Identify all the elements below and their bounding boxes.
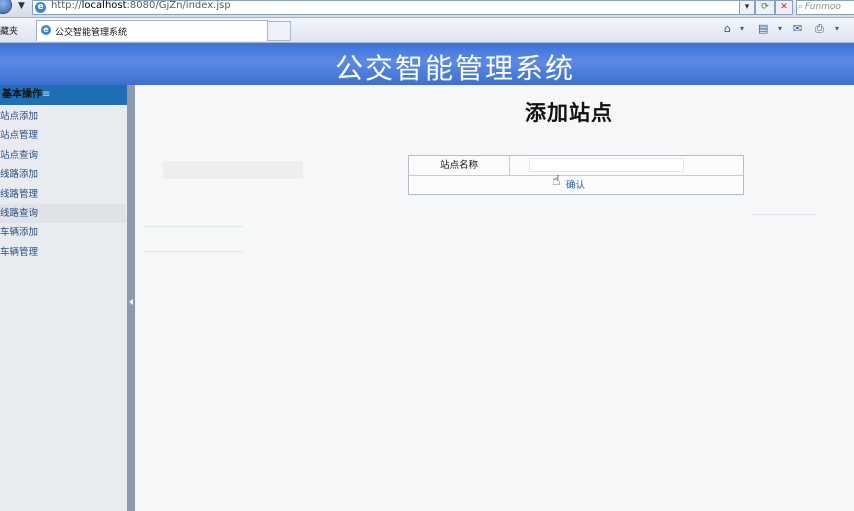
print-icon[interactable]: ⎙ — [815, 22, 824, 36]
url-input[interactable]: e http://localhost:8080/GjZn/index.jsp — [32, 0, 754, 15]
menu-toggle-icon[interactable]: ≡ — [42, 89, 50, 100]
stop-icon[interactable]: ✕ — [775, 0, 793, 15]
home-icon[interactable]: ⌂ — [724, 22, 731, 35]
address-bar: ▼ e http://localhost:8080/GjZn/index.jsp… — [0, 0, 854, 18]
tab-active[interactable]: e 公交智能管理系统 — [36, 20, 268, 41]
station-name-label: 站点名称 — [409, 156, 510, 175]
form-row: 站点名称 — [409, 156, 743, 176]
url-text: http://localhost:8080/GjZn/index.jsp — [51, 0, 231, 11]
mail-icon[interactable]: ✉ — [793, 22, 802, 35]
add-station-form: 站点名称 ☝ 确认 — [408, 155, 744, 195]
collapse-arrow-icon[interactable] — [129, 299, 133, 305]
sidebar-menu: 站点添加 站点管理 站点查询 线路添加 线路管理 线路查询 车辆添加 车辆管理 — [0, 107, 126, 262]
sidebar-item-vehicle-manage[interactable]: 车辆管理 — [0, 243, 126, 262]
tab-bar: 藏夹 e 公交智能管理系统 ⌂ ▾ ▤ ▾ ✉ ⎙ ▾ — [0, 18, 854, 43]
nav-dropdown-icon[interactable]: ▼ — [18, 1, 25, 11]
sidebar-item-station-query[interactable]: 站点查询 — [0, 146, 126, 165]
ghost-divider — [145, 226, 243, 227]
sidebar-item-station-add[interactable]: 站点添加 — [0, 107, 126, 126]
feeds-icon[interactable]: ▤ — [758, 22, 768, 35]
station-name-input[interactable] — [529, 158, 684, 172]
sidebar-heading[interactable]: 基本操作≡ — [0, 85, 127, 105]
sidebar-heading-label: 基本操作 — [2, 89, 42, 100]
tab-title: 公交智能管理系统 — [55, 28, 128, 38]
header-banner: 公交智能管理系统 — [0, 43, 854, 85]
new-tab-button[interactable] — [267, 21, 291, 41]
ie-page-icon: e — [35, 2, 46, 13]
ghost-artifact — [163, 161, 303, 179]
sidebar-item-route-manage[interactable]: 线路管理 — [0, 185, 126, 204]
sidebar-splitter[interactable] — [127, 85, 135, 511]
search-placeholder: Funmoo — [804, 2, 841, 12]
refresh-icon[interactable]: ⟳ — [755, 0, 775, 15]
url-dropdown-icon[interactable]: ▾ — [739, 0, 755, 15]
sidebar-item-route-add[interactable]: 线路添加 — [0, 165, 126, 184]
home-dropdown-icon[interactable]: ▾ — [740, 24, 744, 33]
sidebar-item-route-query[interactable]: 线路查询 — [0, 203, 126, 224]
ghost-divider — [145, 251, 243, 252]
search-input[interactable]: ⌕ Funmoo — [796, 0, 854, 15]
sidebar-item-station-manage[interactable]: 站点管理 — [0, 126, 126, 145]
back-button-icon[interactable] — [0, 0, 12, 14]
favorites-label[interactable]: 藏夹 — [0, 24, 18, 37]
feeds-dropdown-icon[interactable]: ▾ — [778, 24, 782, 33]
ghost-divider — [752, 214, 816, 215]
page-title: 添加站点 — [525, 100, 613, 125]
confirm-button[interactable]: 确认 — [566, 177, 585, 191]
sidebar-item-vehicle-add[interactable]: 车辆添加 — [0, 223, 126, 242]
main-content: 添加站点 站点名称 ☝ 确认 — [135, 85, 854, 511]
ie-tab-icon: e — [41, 25, 51, 35]
search-icon: ⌕ — [797, 2, 803, 12]
system-title: 公交智能管理系统 — [334, 52, 575, 85]
hand-cursor-icon: ☝ — [552, 173, 561, 189]
print-dropdown-icon[interactable]: ▾ — [835, 24, 839, 33]
sidebar: 基本操作≡ 站点添加 站点管理 站点查询 线路添加 线路管理 线路查询 车辆添加… — [0, 85, 127, 511]
